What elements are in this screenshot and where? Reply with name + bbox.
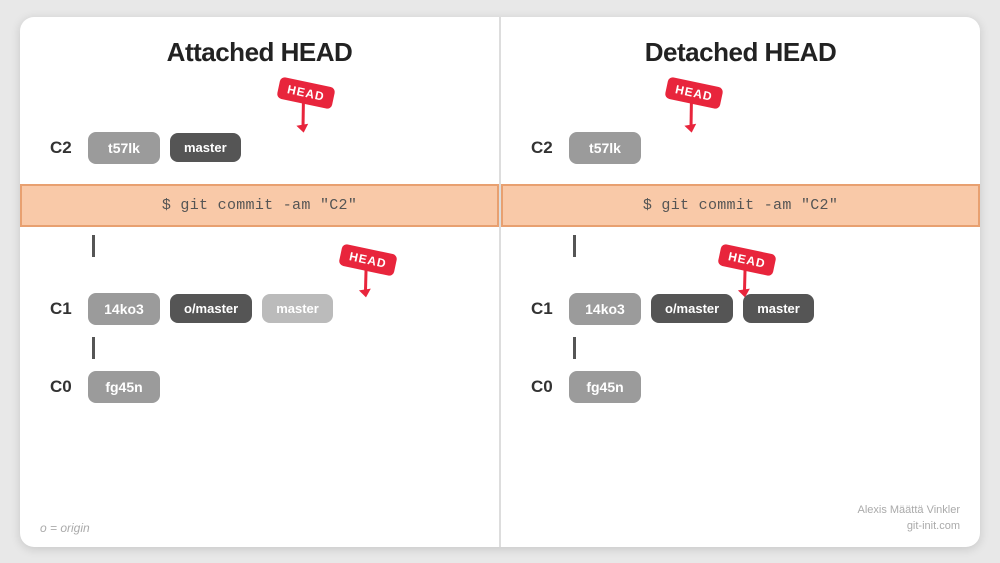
attribution-name: Alexis Määttä Vinkler: [857, 502, 960, 519]
c2-label-detached: C2: [531, 138, 559, 158]
commit-band-left: $ git commit -am "C2": [20, 184, 499, 227]
vline-c2-c1-detached: [573, 235, 576, 257]
c1-omaster-tag-detached: o/master: [651, 294, 733, 323]
vline-c1-c0-detached: [573, 337, 576, 359]
commit-row-c0-attached: C0 fg45n: [50, 359, 160, 415]
attribution-site: git-init.com: [857, 518, 960, 535]
detached-title: Detached HEAD: [645, 37, 836, 68]
c1-master-tag-detached: master: [743, 294, 814, 323]
c2-hash-detached: t57lk: [569, 132, 641, 164]
c2-master-tag-attached: master: [170, 133, 241, 162]
attached-title: Attached HEAD: [167, 37, 353, 68]
origin-note: o = origin: [40, 521, 90, 535]
commit-band-right: $ git commit -am "C2": [501, 184, 980, 227]
c1-hash-detached: 14ko3: [569, 293, 641, 325]
commit-row-c0-detached: C0 fg45n: [531, 359, 641, 415]
c2-label-attached: C2: [50, 138, 78, 158]
c1-omaster-tag-attached: o/master: [170, 294, 252, 323]
c1-label-detached: C1: [531, 299, 559, 319]
panel-attached: Attached HEAD HEAD C2 t57lk master $ git…: [20, 17, 501, 547]
commit-row-c2-detached: C2 t57lk: [531, 120, 950, 176]
c0-hash-detached: fg45n: [569, 371, 641, 403]
commit-row-c1-attached: C1 14ko3 o/master master: [50, 281, 469, 337]
c0-hash-attached: fg45n: [88, 371, 160, 403]
commit-row-c2-attached: C2 t57lk master: [50, 120, 469, 176]
c0-label-detached: C0: [531, 377, 559, 397]
c1-master-tag-attached: master: [262, 294, 333, 323]
c0-label-attached: C0: [50, 377, 78, 397]
c2-hash-attached: t57lk: [88, 132, 160, 164]
vline-c2-c1-attached: [92, 235, 95, 257]
attribution: Alexis Määttä Vinkler git-init.com: [857, 502, 960, 535]
commit-row-c1-detached: C1 14ko3 o/master master: [531, 281, 950, 337]
vline-c1-c0-attached: [92, 337, 95, 359]
panel-detached: Detached HEAD HEAD C2 t57lk $ git commit…: [501, 17, 980, 547]
diagram-container: Attached HEAD HEAD C2 t57lk master $ git…: [20, 17, 980, 547]
c1-label-attached: C1: [50, 299, 78, 319]
c1-hash-attached: 14ko3: [88, 293, 160, 325]
